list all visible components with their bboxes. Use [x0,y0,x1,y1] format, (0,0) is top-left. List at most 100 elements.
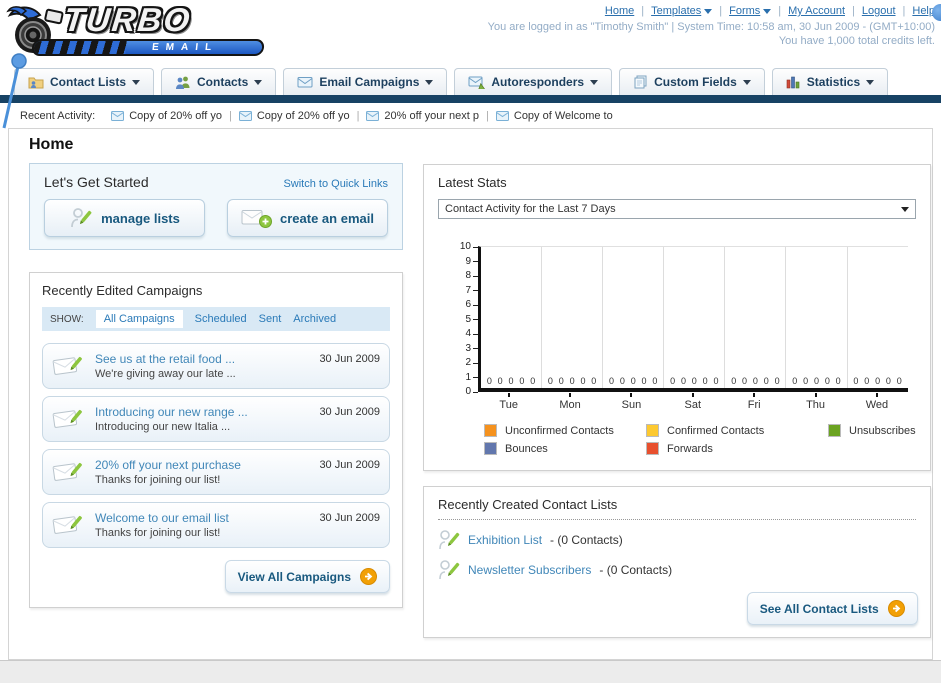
top-nav: Home | Templates | Forms | My Account | Logo… [488,5,935,17]
envelope-pencil-icon [52,462,82,481]
envelope-icon [297,77,313,88]
envelope-icon [111,110,125,121]
tab-contact-lists[interactable]: Contact Lists [14,68,155,95]
create-email-button[interactable]: create an email [227,199,388,237]
filter-all-campaigns[interactable]: All Campaigns [95,310,183,328]
contact-list-item[interactable]: Newsletter Subscribers - (0 Contacts) [438,558,916,582]
recent-activity-item[interactable]: Copy of 20% off yo [238,109,350,122]
contact-list-name-link[interactable]: Exhibition List [468,533,542,547]
main-content: Home Let's Get Started Switch to Quick L… [8,128,933,660]
nav-link-logout[interactable]: Logout [862,5,896,17]
chart-x-tick-label: Wed [846,393,907,411]
tab-statistics[interactable]: Statistics [771,68,889,95]
chevron-down-icon [590,79,599,85]
chart-y-tick-label: 2 [438,358,478,368]
see-all-contact-lists-button[interactable]: See All Contact Lists [746,592,918,625]
contact-list-name-link[interactable]: Newsletter Subscribers [468,563,591,577]
logo-text: TURBO EMAIL [31,1,265,56]
chart-value-label: 0 [792,376,798,386]
chart-value-label: 0 [813,376,819,386]
recent-activity-item[interactable]: Copy of Welcome to [495,110,613,122]
page-footer [0,660,941,683]
campaign-title-link[interactable]: Welcome to our email list [95,511,319,525]
tab-label: Custom Fields [654,75,737,89]
legend-item: Unsubscribes [828,424,916,437]
nav-link-templates[interactable]: Templates [651,5,713,17]
nav-separator: | [852,5,855,17]
campaigns-panel-title: Recently Edited Campaigns [42,283,203,298]
recent-activity-item[interactable]: 20% off your next p [366,110,479,122]
chart-x-tick-label: Thu [785,393,846,411]
nav-link-forms[interactable]: Forms [729,5,772,17]
view-all-campaigns-button[interactable]: View All Campaigns [224,560,390,593]
chart-value-label: 0 [497,376,503,386]
campaign-date: 30 Jun 2009 [319,406,380,418]
chevron-down-icon [132,79,141,85]
contact-list-item[interactable]: Exhibition List - (0 Contacts) [438,528,916,552]
campaign-row[interactable]: Introducing our new range ... Introducin… [42,396,390,442]
chart-value-label: 0 [486,376,492,386]
logo-email-bar: EMAIL [31,39,265,56]
chart-x-labels: Tue Mon Sun Sat Fri Thu Wed [478,393,908,411]
chart-bar-group: 00000 [725,247,787,388]
legend-label: Unsubscribes [849,424,916,437]
legend-label: Bounces [505,442,548,455]
legend-label: Unconfirmed Contacts [505,424,614,437]
chart-x-tick-label: Sun [601,393,662,411]
filter-scheduled[interactable]: Scheduled [195,313,247,325]
recent-activity-bar: Recent Activity: Copy of 20% off yo | Co… [0,103,941,128]
campaign-date: 30 Jun 2009 [319,459,380,471]
manage-lists-button[interactable]: manage lists [44,199,205,237]
nav-link-my-account[interactable]: My Account [788,5,845,17]
stats-period-select[interactable]: Contact Activity for the Last 7 Days [438,199,916,219]
tab-custom-fields[interactable]: Custom Fields [619,68,765,95]
tab-autoresponders[interactable]: Autoresponders [454,68,613,95]
contact-lists-panel-title: Recently Created Contact Lists [438,497,618,512]
nav-link-home[interactable]: Home [605,5,634,17]
contact-list-count: - (0 Contacts) [599,563,673,577]
chart-x-tick-label: Tue [478,393,539,411]
tab-label: Contact Lists [50,75,127,89]
chart-value-label: 0 [641,376,647,386]
activity-item-label: Copy of 20% off yo [256,109,350,122]
campaign-title-link[interactable]: See us at the retail food ... [95,352,319,366]
chart-value-label: 0 [652,376,658,386]
tab-contacts[interactable]: Contacts [161,68,277,95]
campaign-date: 30 Jun 2009 [319,353,380,365]
chart-x-tick-label: Mon [539,393,600,411]
campaign-row[interactable]: See us at the retail food ... We're givi… [42,343,390,389]
filter-archived[interactable]: Archived [293,313,336,325]
chevron-down-icon [704,8,713,14]
campaign-row[interactable]: 20% off your next purchase Thanks for jo… [42,449,390,495]
filter-sent[interactable]: Sent [259,313,282,325]
campaign-subtitle: Thanks for joining our list! [95,474,221,486]
folder-contacts-icon [28,77,44,89]
campaign-title-link[interactable]: 20% off your next purchase [95,458,319,472]
recent-activity-label: Recent Activity: [20,109,96,122]
person-pencil-icon [439,560,460,580]
envelope-icon [495,110,509,121]
campaign-title-link[interactable]: Introducing our new range ... [95,405,319,419]
chart-y-tick-label: 0 [438,387,478,397]
login-info: You are logged in as "Timothy Smith" | S… [487,21,935,33]
app-logo[interactable]: TURBO EMAIL [6,1,276,61]
tab-email-campaigns[interactable]: Email Campaigns [283,68,448,95]
campaign-row[interactable]: Welcome to our email list Thanks for joi… [42,502,390,548]
stats-panel-title: Latest Stats [438,175,507,190]
recently-edited-campaigns-panel: Recently Edited Campaigns SHOW: All Camp… [29,272,403,608]
chart-value-label: 0 [680,376,686,386]
switch-quick-links-link[interactable]: Switch to Quick Links [283,178,388,190]
legend-swatch [484,424,497,437]
recent-activity-item[interactable]: Copy of 20% off yo [111,110,222,122]
chart-value-label: 0 [519,376,525,386]
chart-value-label: 0 [824,376,830,386]
arrow-right-icon [887,600,905,617]
chart-y-tick-label: 4 [438,329,478,339]
activity-item-label: Copy of 20% off yo [129,109,222,122]
chart-value-label: 0 [630,376,636,386]
envelope-pencil-icon [52,515,82,534]
nav-link-help[interactable]: Help [912,5,935,17]
activity-separator: | [486,109,489,122]
legend-label: Confirmed Contacts [667,424,765,437]
stats-period-value: Contact Activity for the Last 7 Days [445,203,616,215]
